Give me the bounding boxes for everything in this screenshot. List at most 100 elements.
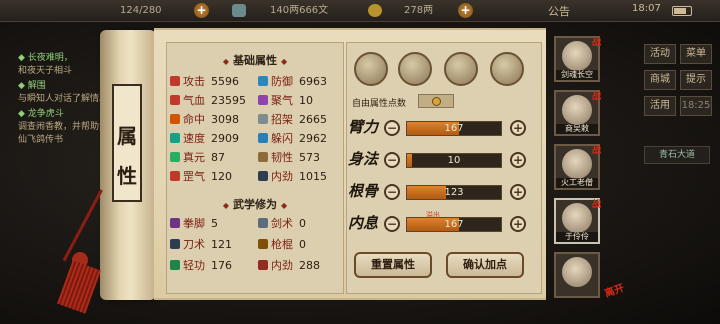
- stat-bar[interactable]: 10: [406, 153, 502, 168]
- stat-bar[interactable]: 167: [406, 121, 502, 136]
- attr-value: 1015: [299, 170, 327, 183]
- scroll-title-char: 属: [117, 124, 137, 148]
- attr-name: 真元: [183, 151, 205, 164]
- member-name: 于伶伶: [556, 232, 598, 242]
- attr-value: 573: [299, 151, 320, 164]
- attr-icon: [170, 239, 180, 249]
- location-tag[interactable]: 青石大道: [644, 146, 710, 164]
- stat-row: 臂力 − 167 +: [348, 116, 538, 142]
- increase-button[interactable]: +: [510, 216, 526, 232]
- attr-value: 2665: [299, 113, 327, 126]
- party-member[interactable]: 剑魂长空 战: [554, 36, 601, 82]
- stat-value: 10: [447, 155, 461, 166]
- stat-name: 臂力: [348, 118, 379, 136]
- attr-name: 防御: [271, 75, 293, 88]
- decrease-button[interactable]: −: [384, 216, 400, 232]
- attr-value: 176: [211, 259, 232, 272]
- leave-button[interactable]: 离开: [602, 279, 626, 300]
- basic-attr: 攻击 5596: [170, 74, 239, 90]
- clock: 18:07: [632, 3, 661, 14]
- attr-name: 拳脚: [183, 217, 205, 230]
- attr-icon: [170, 152, 180, 162]
- attr-icon: [170, 218, 180, 228]
- notice-button[interactable]: 公告: [548, 3, 570, 19]
- free-points-value: [418, 94, 454, 108]
- add-gold-button[interactable]: +: [458, 3, 473, 18]
- scroll-book-icon[interactable]: [398, 52, 432, 86]
- stat-name: 根骨: [348, 182, 379, 200]
- attr-icon: [170, 133, 180, 143]
- attr-value: 23595: [211, 94, 246, 107]
- attr-name: 招架: [271, 113, 293, 126]
- portrait: [562, 95, 592, 125]
- increase-button[interactable]: +: [510, 120, 526, 136]
- decrease-button[interactable]: −: [384, 120, 400, 136]
- stat-row: 内息 − 167 +: [348, 212, 538, 238]
- attr-value: 2962: [299, 132, 327, 145]
- game-screen: 124/280 + 140两666文 278两 + 公告 18:07 ◆ 长夜难…: [0, 0, 720, 324]
- attr-icon: [258, 114, 268, 124]
- activity-button[interactable]: 活动: [644, 44, 676, 64]
- yin-yang-icon[interactable]: [444, 52, 478, 86]
- top-status-bar: 124/280 + 140两666文 278两 + 公告 18:07: [0, 0, 720, 22]
- increase-button[interactable]: +: [510, 184, 526, 200]
- attr-value: 6963: [299, 75, 327, 88]
- increase-button[interactable]: +: [510, 152, 526, 168]
- attr-name: 轻功: [183, 259, 205, 272]
- stat-bar[interactable]: 167: [406, 217, 502, 232]
- attr-icon: [170, 260, 180, 270]
- attr-icon: [258, 152, 268, 162]
- confirm-points-button[interactable]: 确认加点: [446, 252, 524, 278]
- attr-icon: [170, 95, 180, 105]
- battle-mark: 战: [591, 200, 601, 210]
- attr-name: 攻击: [183, 75, 205, 88]
- muscle-arm-icon[interactable]: [490, 52, 524, 86]
- party-member[interactable]: 于伶伶 战: [554, 198, 601, 244]
- shop-button[interactable]: 商城: [644, 70, 676, 90]
- attr-value: 10: [299, 94, 313, 107]
- party-member[interactable]: 商吴敕 战: [554, 90, 601, 136]
- reset-attributes-button[interactable]: 重置属性: [354, 252, 432, 278]
- decrease-button[interactable]: −: [384, 152, 400, 168]
- event-button[interactable]: 活用: [644, 96, 676, 116]
- member-name: 火工老僧: [556, 178, 598, 188]
- attr-value: 288: [299, 259, 320, 272]
- attr-value: 121: [211, 238, 232, 251]
- basic-attr: 韧性 573: [258, 150, 320, 166]
- attr-icon: [258, 95, 268, 105]
- attr-name: 罡气: [183, 170, 205, 183]
- gold-counter: 278两: [404, 5, 434, 16]
- event-timer: 18:25: [680, 96, 712, 116]
- attr-name: 躲闪: [271, 132, 293, 145]
- attr-name: 剑术: [271, 217, 293, 230]
- hint-button[interactable]: 提示: [680, 70, 712, 90]
- attr-name: 刀术: [183, 238, 205, 251]
- menu-button[interactable]: 菜单: [680, 44, 712, 64]
- attr-value: 3098: [211, 113, 239, 126]
- martial-attr: 内劲 288: [258, 258, 320, 274]
- martial-attr: 枪棍 0: [258, 237, 306, 253]
- party-member[interactable]: [554, 252, 600, 298]
- battle-mark: 战: [591, 146, 601, 156]
- stat-name: 身法: [348, 150, 379, 168]
- decrease-button[interactable]: −: [384, 184, 400, 200]
- attr-icon: [258, 171, 268, 181]
- stat-value: 167: [444, 219, 464, 230]
- portrait: [562, 41, 592, 71]
- basic-attr: 聚气 10: [258, 93, 313, 109]
- party-member[interactable]: 火工老僧 战: [554, 144, 601, 190]
- basic-attr: 真元 87: [170, 150, 225, 166]
- attr-icon: [258, 76, 268, 86]
- silver-counter: 140两666文: [270, 5, 329, 16]
- basic-attr: 气血 23595: [170, 93, 246, 109]
- martial-attr: 拳脚 5: [170, 216, 218, 232]
- scroll-title-char: 性: [117, 164, 137, 188]
- portrait: [562, 203, 592, 233]
- energy-counter: 124/280: [120, 5, 162, 16]
- stat-bar[interactable]: 123: [406, 185, 502, 200]
- coin-icon: [432, 97, 441, 106]
- sect-hat-icon[interactable]: [354, 52, 388, 86]
- attr-name: 命中: [183, 113, 205, 126]
- add-energy-button[interactable]: +: [194, 3, 209, 18]
- attr-icon: [258, 133, 268, 143]
